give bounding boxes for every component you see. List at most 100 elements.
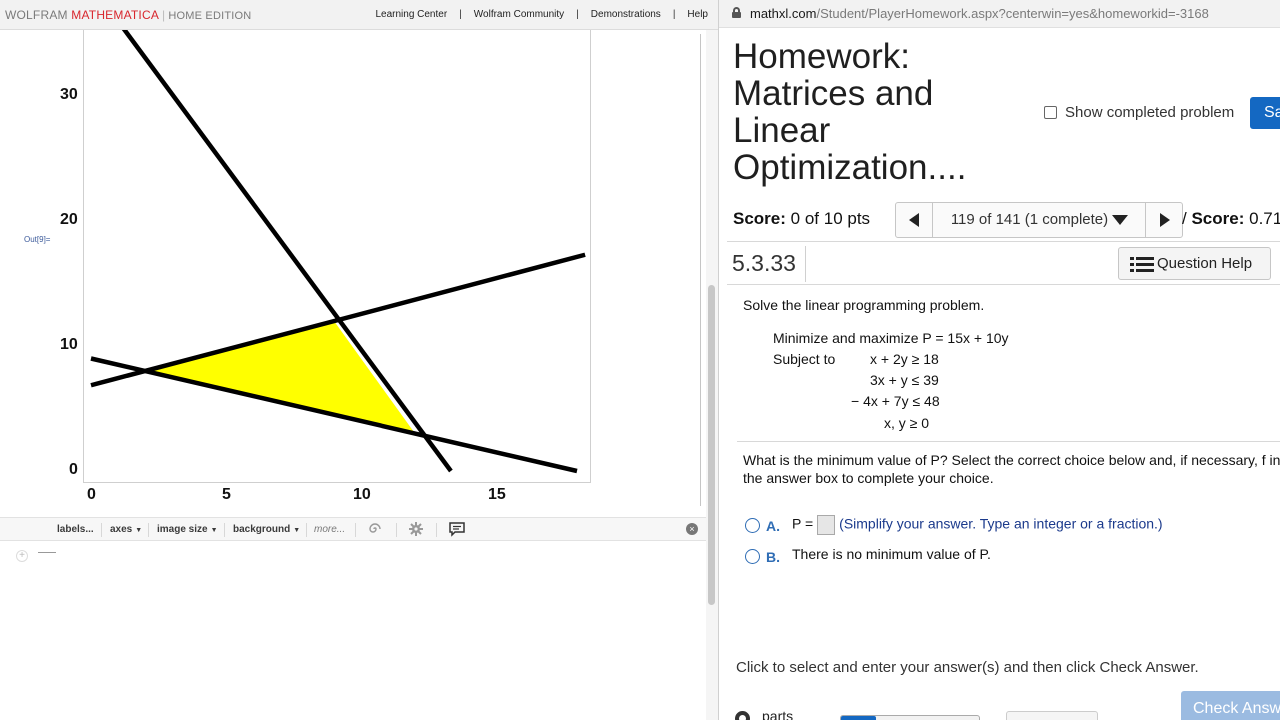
parts-progress-bar [840, 715, 980, 720]
axes-menu[interactable]: axes ▼ [110, 524, 142, 535]
option-b-radio[interactable] [745, 549, 760, 564]
question-help-button[interactable]: Question Help [1118, 247, 1271, 280]
toolbar-divider [101, 523, 102, 537]
mathematica-header: WOLFRAM MATHEMATICA | HOME EDITION Learnin… [0, 0, 718, 30]
image-size-menu[interactable]: image size ▼ [157, 524, 218, 535]
comment-icon[interactable] [448, 521, 466, 539]
next-question-button[interactable] [1145, 203, 1182, 237]
brand-wolfram: WOLFRAM [5, 8, 68, 22]
x-tick-label: 0 [87, 486, 96, 503]
address-bar[interactable]: mathxl.com/Student/PlayerHomework.aspx?c… [719, 0, 1280, 28]
nav-separator: | [672, 9, 676, 20]
suggestions-bar: labels... axes ▼ image size ▼ background ▼ … [0, 517, 706, 541]
hw-score-prefix: / [1182, 209, 1187, 228]
problem-prompt: Solve the linear programming problem. [743, 297, 985, 313]
divider [727, 241, 1280, 242]
brand-separator: | [162, 8, 166, 22]
chevron-down-icon [1112, 215, 1129, 226]
nav-help[interactable]: Help [685, 9, 710, 20]
divider [727, 284, 1280, 285]
cell-insertion-point-icon[interactable]: + [16, 550, 28, 562]
notebook-scrollbar[interactable] [706, 30, 718, 720]
parts-label: parts [762, 708, 794, 720]
toolbar-divider [396, 523, 397, 537]
nav-wolfram-community[interactable]: Wolfram Community [472, 9, 566, 20]
y-tick-label: 20 [60, 211, 78, 228]
parts-indicator-icon [735, 711, 750, 720]
score-label: Score: [733, 209, 786, 228]
url-text[interactable]: mathxl.com/Student/PlayerHomework.aspx?c… [750, 6, 1209, 21]
more-menu[interactable]: more... [314, 524, 345, 535]
header-nav: Learning Center | Wolfram Community | De… [373, 9, 710, 20]
instruction-note: Click to select and enter your answer(s)… [736, 659, 1199, 676]
image-size-menu-label: image size [157, 524, 208, 535]
screen: WOLFRAM MATHEMATICA | HOME EDITION Learnin… [0, 0, 1280, 720]
cell-bracket-inner[interactable] [697, 34, 701, 506]
option-a-radio[interactable] [745, 518, 760, 533]
question-number: 5.3.33 [732, 250, 796, 276]
constraint: x, y ≥ 0 [884, 415, 930, 431]
cell-insertion-line [38, 552, 56, 553]
mathxl-window: mathxl.com/Student/PlayerHomework.aspx?c… [718, 0, 1280, 720]
objective-function: Minimize and maximize P = 15x + 10y [773, 330, 1009, 346]
check-answer-button[interactable]: Check Answ [1181, 691, 1280, 720]
close-icon[interactable]: × [686, 523, 698, 535]
lock-icon [732, 7, 741, 18]
question-navigator: 119 of 141 (1 complete) [895, 202, 1183, 238]
nav-separator: | [459, 9, 462, 20]
clear-all-button[interactable] [1006, 711, 1098, 720]
answer-input[interactable] [817, 515, 836, 535]
previous-question-button[interactable] [896, 203, 933, 237]
chevron-down-icon: ▼ [210, 527, 218, 534]
option-b-letter[interactable]: B. [766, 549, 780, 565]
parts-progress-fill [841, 716, 876, 720]
chevron-down-icon: ▼ [135, 527, 143, 534]
region-plot[interactable] [0, 30, 706, 500]
show-completed-checkbox[interactable] [1044, 106, 1057, 119]
question-selector[interactable]: 119 of 141 (1 complete) [933, 203, 1146, 237]
x-tick-label: 15 [488, 486, 506, 503]
toolbar-divider [148, 523, 149, 537]
nav-separator: | [576, 9, 579, 20]
notebook-scrollbar-thumb[interactable] [708, 285, 715, 605]
url-host: mathxl.com [750, 6, 817, 21]
x-tick-label: 10 [353, 486, 371, 503]
option-a-letter[interactable]: A. [766, 518, 780, 534]
y-tick-label: 0 [69, 461, 78, 478]
option-a: P = (Simplify your answer. Type an intege… [792, 515, 1163, 535]
toolbar-divider [355, 523, 356, 537]
save-button[interactable]: Sa [1250, 97, 1280, 129]
background-menu-label: background [233, 524, 291, 535]
show-completed-label: Show completed problem [1065, 104, 1235, 121]
hw-score-value: 0.71 [1249, 209, 1280, 228]
question-selector-label: 119 of 141 (1 complete) [950, 211, 1109, 228]
constraint: x + 2y ≥ 18 [870, 351, 939, 367]
subject-to-label: Subject to [773, 351, 836, 367]
list-icon [1130, 257, 1154, 272]
constraint: 3x + y ≤ 39 [870, 372, 939, 388]
option-b-text[interactable]: There is no minimum value of P. [792, 546, 991, 562]
toolbar-divider [306, 523, 307, 537]
x-tick-label: 5 [222, 486, 231, 503]
hw-score-label: Score: [1191, 209, 1245, 228]
y-tick-label: 30 [60, 86, 78, 103]
nav-demonstrations[interactable]: Demonstrations [589, 9, 663, 20]
divider [737, 441, 1280, 442]
homework-score: / Score: 0.71 [1182, 209, 1280, 229]
option-a-hint: (Simplify your answer. Type an integer o… [839, 515, 1163, 532]
spiral-icon[interactable] [366, 521, 384, 539]
url-path: /Student/PlayerHomework.aspx?centerwin=y… [816, 6, 1209, 21]
wolfram-logo[interactable]: WOLFRAM MATHEMATICA | HOME EDITION [5, 8, 251, 22]
background-menu[interactable]: background ▼ [233, 524, 300, 535]
chevron-down-icon: ▼ [293, 527, 301, 534]
mathematica-window: WOLFRAM MATHEMATICA | HOME EDITION Learnin… [0, 0, 718, 720]
nav-learning-center[interactable]: Learning Center [373, 9, 449, 20]
brand-edition: HOME EDITION [168, 10, 252, 22]
score-value: 0 of 10 pts [790, 209, 871, 228]
labels-menu-label: labels... [57, 524, 94, 535]
gear-icon[interactable] [407, 521, 425, 539]
labels-menu[interactable]: labels... [57, 524, 94, 535]
brand-mathematica: MATHEMATICA [71, 8, 160, 22]
option-a-prefix: P = [792, 515, 814, 532]
show-completed-toggle[interactable]: Show completed problem [1044, 104, 1234, 121]
